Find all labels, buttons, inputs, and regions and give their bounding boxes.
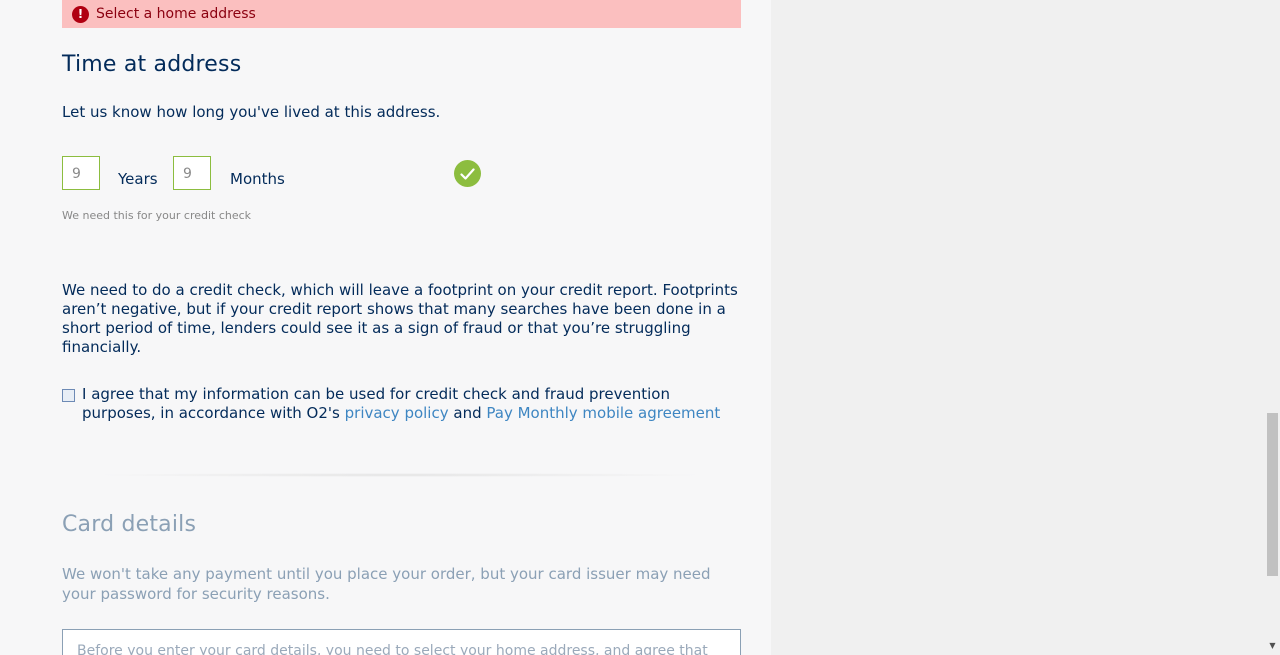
checkmark-icon [454,160,481,187]
card-details-heading: Card details [62,512,197,537]
scrollbar-thumb[interactable] [1267,413,1278,576]
vertical-scrollbar[interactable]: ▼ [1265,0,1280,655]
agree-text: I agree that my information can be used … [82,385,732,423]
agree-checkbox[interactable] [62,389,75,402]
scroll-down-arrow-icon[interactable]: ▼ [1265,638,1280,653]
section-divider [90,473,710,477]
privacy-policy-link[interactable]: privacy policy [345,404,449,422]
credit-check-hint: We need this for your credit check [62,209,252,222]
pay-monthly-agreement-link[interactable]: Pay Monthly mobile agreement [486,404,720,422]
years-input[interactable]: 9 [62,156,100,190]
months-input[interactable]: 9 [173,156,211,190]
time-at-address-intro: Let us know how long you've lived at thi… [62,103,441,121]
exclamation-icon: ! [72,5,89,23]
error-message: Select a home address [96,6,256,22]
agree-row: I agree that my information can be used … [62,385,752,423]
years-label: Years [118,170,158,188]
months-label: Months [230,170,285,188]
card-details-intro: We won't take any payment until you plac… [62,565,711,603]
form-column: ! Select a home address Time at address … [0,0,771,655]
credit-check-paragraph: We need to do a credit check, which will… [62,281,738,356]
time-at-address-heading: Time at address [62,52,242,77]
agree-text-and: and [448,404,487,422]
right-column [771,0,1265,655]
error-banner: ! Select a home address [62,0,741,28]
card-details-notice: Before you enter your card details, you … [62,629,741,655]
